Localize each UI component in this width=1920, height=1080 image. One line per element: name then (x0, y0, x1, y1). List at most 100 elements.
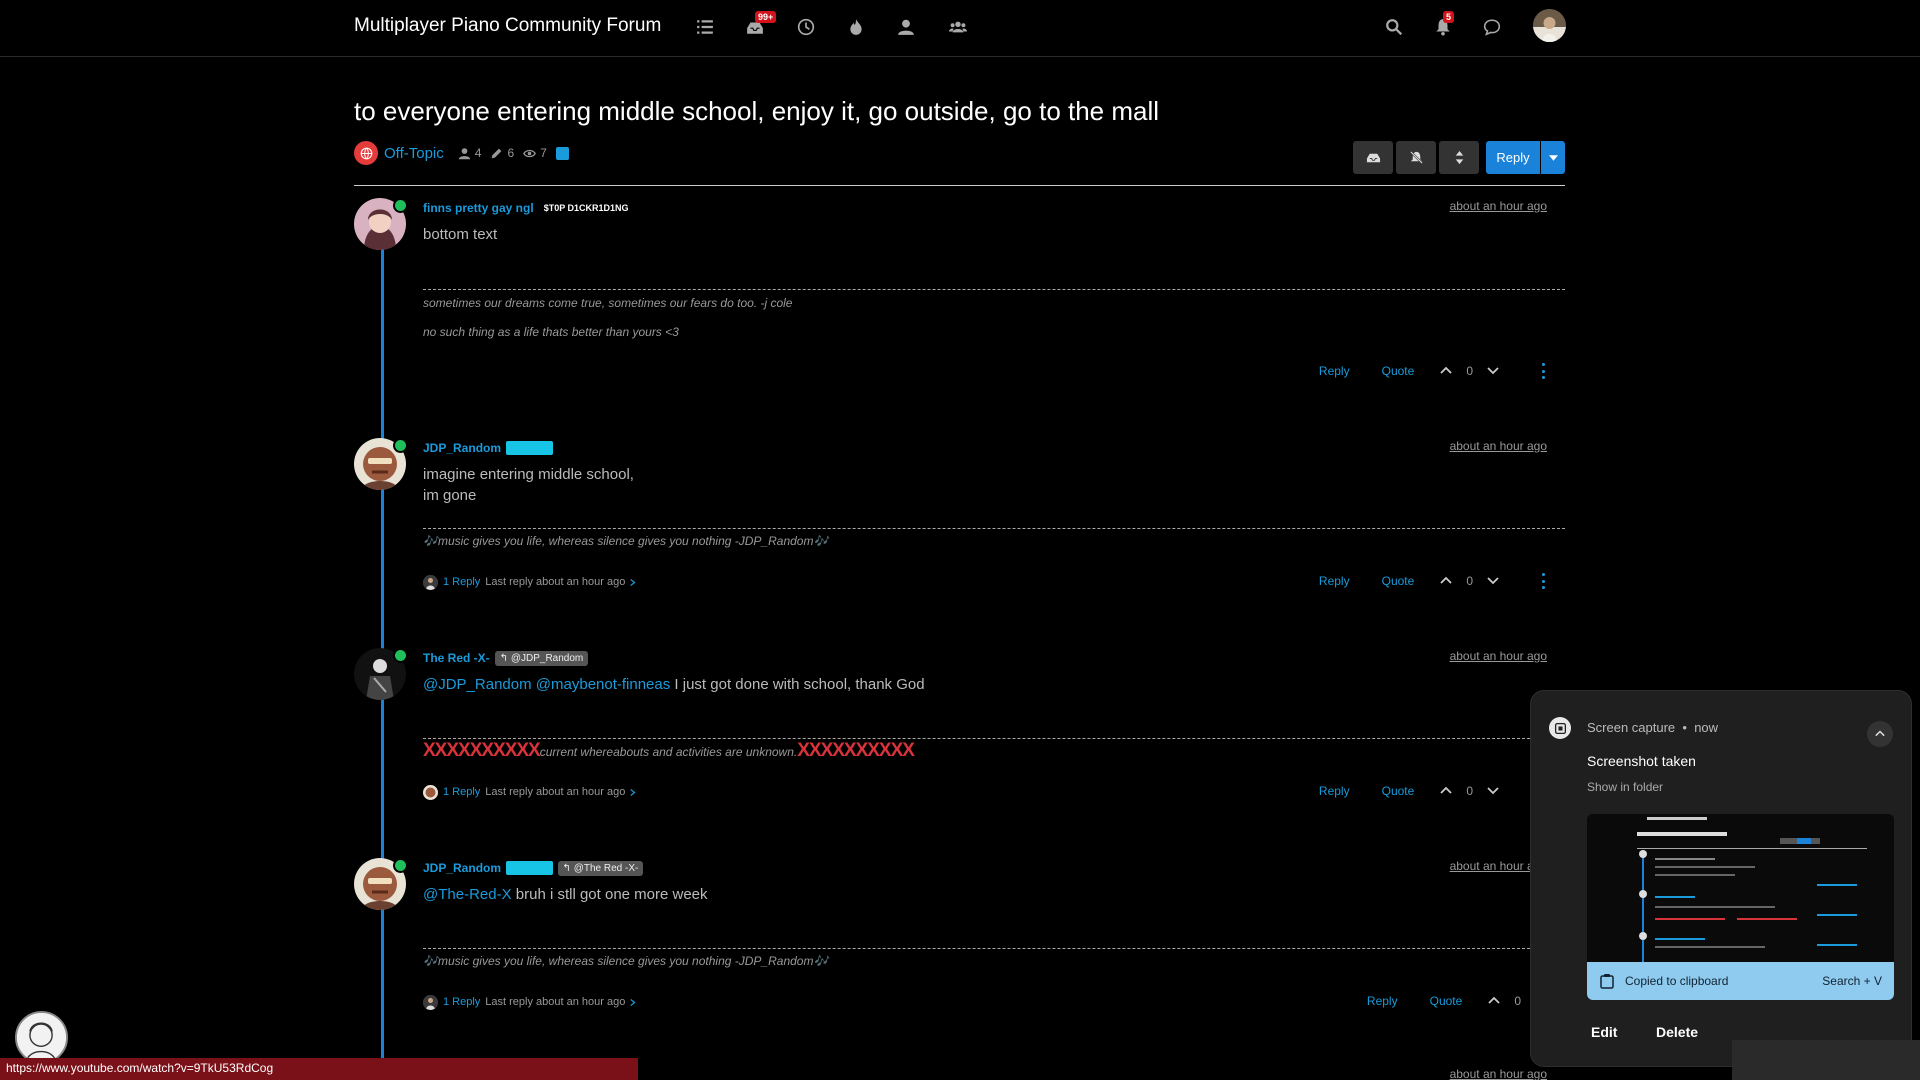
parent-post-link[interactable]: ↰ @JDP_Random (494, 650, 589, 666)
forum-brand[interactable]: Multiplayer Piano Community Forum (354, 15, 661, 37)
post-menu-icon[interactable] (1539, 363, 1547, 379)
category-globe-icon (354, 141, 378, 165)
replies-summary[interactable]: 1 Reply Last reply about an hour ago (423, 993, 636, 1011)
popular-icon[interactable] (843, 14, 869, 40)
posts-stat: 6 (490, 146, 514, 160)
post-timestamp[interactable]: about an hour ago (1450, 439, 1547, 453)
post-content: imagine entering middle school, im gone (423, 464, 634, 506)
post-content: @The-Red-X bruh i stll got one more week (423, 884, 708, 905)
link-preview-url: https://www.youtube.com/watch?v=9TkU53Rd… (0, 1058, 638, 1080)
post-2: JDP_Random SENIOR about an hour ago imag… (354, 438, 1565, 598)
groups-icon[interactable] (945, 14, 971, 40)
reply-count[interactable]: 1 Reply (443, 786, 480, 798)
group-badge[interactable]: SENIOR (506, 441, 553, 455)
username-link[interactable]: The Red -X- (423, 651, 490, 665)
chevron-up-icon (1440, 366, 1452, 374)
chevron-right-icon (630, 998, 636, 1006)
replies-summary[interactable]: 1 Reply Last reply about an hour ago (423, 573, 636, 591)
user-avatar[interactable] (1533, 9, 1566, 42)
rss-icon[interactable] (555, 146, 569, 160)
quote-link[interactable]: Quote (1382, 784, 1415, 798)
reply-link[interactable]: Reply (1319, 784, 1350, 798)
recent-icon[interactable] (793, 14, 819, 40)
chevron-up-icon (1440, 576, 1452, 584)
posters-stat: 4 (458, 146, 482, 160)
post-actions: Reply Quote 0 (1287, 571, 1547, 591)
quote-link[interactable]: Quote (1382, 364, 1415, 378)
chevron-up-icon (1440, 786, 1452, 794)
reply-link[interactable]: Reply (1367, 994, 1398, 1008)
upvote-button[interactable] (1488, 995, 1500, 1007)
online-status-dot (393, 198, 408, 213)
replies-summary[interactable]: 1 Reply Last reply about an hour ago (423, 783, 636, 801)
user-mention[interactable]: @The-Red-X (423, 886, 512, 903)
categories-icon[interactable] (692, 14, 718, 40)
topic-reply-button[interactable]: Reply (1486, 141, 1540, 174)
vote-count: 0 (1514, 994, 1521, 1008)
reply-dropdown-button[interactable] (1541, 141, 1565, 174)
clipboard-bar[interactable]: Copied to clipboard Search + V (1587, 962, 1894, 1000)
post-actions: Reply Quote 0 (1287, 361, 1547, 381)
reply-count[interactable]: 1 Reply (443, 996, 480, 1008)
posters-icon (458, 147, 470, 159)
post-header: JDP_Random SENIOR ↰ @The Red -X- (423, 859, 644, 877)
topic-meta: Off-Topic 4 6 7 (354, 141, 569, 165)
downvote-button[interactable] (1487, 574, 1499, 589)
downvote-button[interactable] (1487, 784, 1499, 799)
post-timestamp[interactable]: about an hour ago (1450, 649, 1547, 663)
signature-x-left: XXXXXXXXXX (423, 740, 541, 761)
topic-title: to everyone entering middle school, enjo… (354, 96, 1160, 126)
signature-line: 🎶music gives you life, whereas silence g… (423, 534, 829, 548)
watch-toggle-button[interactable] (1396, 141, 1436, 174)
posters-count: 4 (474, 146, 482, 160)
chat-icon[interactable] (1479, 14, 1505, 40)
category-link[interactable]: Off-Topic (384, 145, 444, 162)
reply-link[interactable]: Reply (1319, 364, 1350, 378)
downvote-button[interactable] (1487, 364, 1499, 379)
post-timestamp[interactable]: about an hour ago (1450, 1067, 1547, 1080)
chevron-down-icon (1487, 576, 1499, 584)
username-link[interactable]: JDP_Random (423, 861, 501, 875)
post-timestamp[interactable]: about an hour ago (1450, 199, 1547, 213)
upvote-button[interactable] (1440, 365, 1452, 377)
screenshot-notification: Screen capture • now Screenshot taken Sh… (1530, 690, 1912, 1067)
chevron-right-icon (630, 788, 636, 796)
group-badge[interactable]: SENIOR (506, 861, 553, 875)
post-menu-icon[interactable] (1539, 573, 1547, 589)
collapse-button[interactable] (1867, 721, 1893, 747)
reply-count[interactable]: 1 Reply (443, 576, 480, 588)
reply-link[interactable]: Reply (1319, 574, 1350, 588)
post-content-text: I just got done with school, thank God (674, 676, 925, 693)
edit-button[interactable]: Edit (1591, 1024, 1617, 1040)
signature-x-right: XXXXXXXXXX (797, 740, 915, 761)
signature-line: sometimes our dreams come true, sometime… (423, 296, 793, 310)
username-link[interactable]: JDP_Random (423, 441, 501, 455)
search-icon[interactable] (1381, 14, 1407, 40)
screen-capture-icon (1549, 717, 1571, 739)
signature-line: no such thing as a life thats better tha… (423, 325, 679, 339)
upvote-button[interactable] (1440, 785, 1452, 797)
mark-unread-button[interactable] (1353, 141, 1393, 174)
chevron-right-icon (630, 578, 636, 586)
group-badge[interactable]: $T0P D1CKR1D1NG (538, 200, 634, 216)
quote-link[interactable]: Quote (1382, 574, 1415, 588)
caret-down-icon (1548, 154, 1558, 161)
online-status-dot (393, 648, 408, 663)
chevron-up-icon (1875, 730, 1885, 737)
username-link[interactable]: finns pretty gay ngl (423, 201, 534, 215)
notification-app: Screen capture • now (1587, 720, 1718, 735)
show-in-folder-link[interactable]: Show in folder (1587, 780, 1663, 794)
delete-button[interactable]: Delete (1656, 1024, 1698, 1040)
sort-button[interactable] (1439, 141, 1479, 174)
screenshot-thumbnail[interactable] (1587, 814, 1894, 962)
inbox-icon (1366, 153, 1380, 163)
users-icon[interactable] (893, 14, 919, 40)
signature-divider (423, 528, 1565, 529)
floating-chat-avatar[interactable] (15, 1011, 68, 1064)
user-mention[interactable]: @maybenot-finneas (536, 676, 670, 693)
quote-link[interactable]: Quote (1430, 994, 1463, 1008)
upvote-button[interactable] (1440, 575, 1452, 587)
parent-post-link[interactable]: ↰ @The Red -X- (557, 860, 644, 876)
user-mention[interactable]: @JDP_Random (423, 676, 532, 693)
last-reply-time: Last reply about an hour ago (485, 786, 626, 798)
